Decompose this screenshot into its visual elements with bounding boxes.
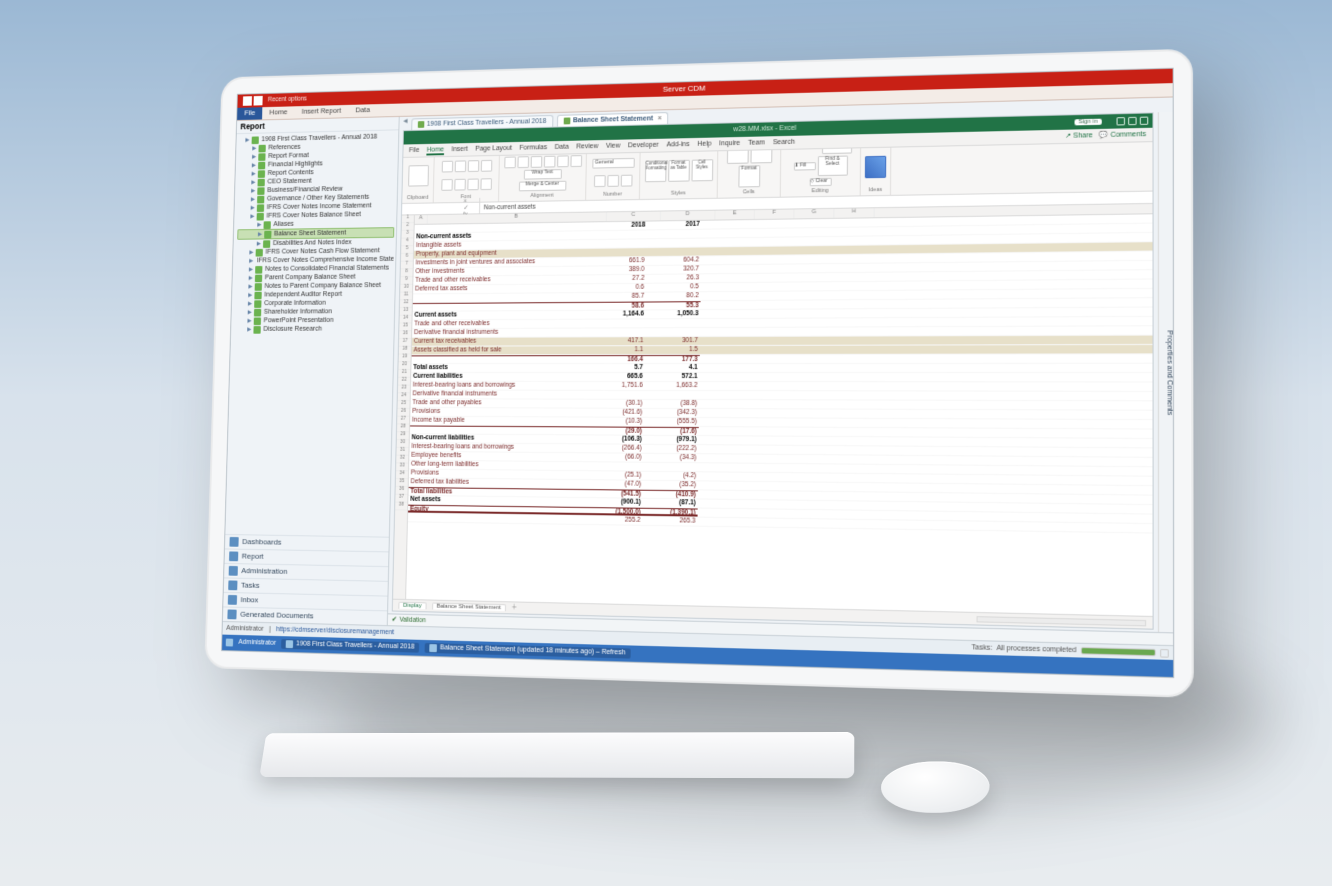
excel-tab[interactable]: Add-ins [666, 141, 689, 148]
hscroll[interactable] [977, 616, 1147, 626]
signin-button[interactable]: Sign in [1074, 118, 1102, 125]
app-icon [243, 96, 252, 106]
doc-icon [430, 644, 438, 652]
excel-document: w28.MM.xlsx - Excel Sign in FileHomeInse… [392, 112, 1154, 629]
sheet-tab[interactable]: Balance Sheet Statement [432, 602, 506, 611]
folder-icon [258, 179, 265, 187]
folder-icon [258, 170, 265, 178]
doc-icon [563, 117, 570, 124]
folder-icon [264, 231, 271, 239]
table-row[interactable]: Total assets5.74.1 [411, 364, 1152, 373]
folder-icon [255, 266, 262, 274]
excel-tab[interactable]: Insert [451, 146, 467, 153]
col-header[interactable]: E [715, 210, 754, 220]
quick-access-label: Recent options [268, 96, 307, 104]
folder-icon [254, 300, 261, 308]
folder-icon [256, 249, 263, 257]
folder-icon [258, 162, 265, 170]
folder-icon [263, 240, 270, 248]
table-row[interactable]: 166.4177.3 [411, 354, 1152, 364]
right-pane: ◀ 1908 First Class Travellers - Annual 2… [388, 97, 1173, 645]
folder-icon [257, 213, 264, 221]
excel-tab[interactable]: Page Layout [475, 145, 512, 153]
format-table-icon[interactable]: Format as Table [668, 160, 690, 182]
excel-tab[interactable]: Developer [628, 141, 659, 149]
nav-icon [227, 609, 236, 619]
folder-icon [258, 153, 265, 161]
qa-save-icon[interactable] [254, 96, 263, 106]
excel-tab[interactable]: Team [748, 139, 765, 146]
ideas-icon[interactable] [865, 156, 886, 178]
excel-tab[interactable]: Inquire [719, 140, 740, 147]
folder-icon [263, 221, 270, 229]
stop-icon[interactable] [1160, 648, 1169, 657]
excel-tab[interactable]: File [409, 147, 420, 154]
tab-data[interactable]: Data [348, 104, 377, 117]
nav-footer: DashboardsReportAdministrationTasksInbox… [223, 534, 389, 625]
folder-icon [253, 326, 260, 334]
share-button[interactable]: ↗ Share [1065, 132, 1093, 140]
format-icon[interactable]: Format [738, 165, 760, 187]
progress-bar [1081, 647, 1156, 656]
taskbar-button[interactable]: Balance Sheet Statement (updated 18 minu… [425, 643, 631, 659]
app-title: Server CDM [663, 84, 706, 94]
excel-tab[interactable]: Formulas [520, 144, 548, 151]
win-max-icon[interactable] [1128, 117, 1136, 125]
report-tree[interactable]: ▶ 1908 First Class Travellers - Annual 2… [225, 131, 398, 537]
excel-tab[interactable]: View [606, 142, 621, 149]
keyboard [259, 732, 854, 778]
properties-panel-tab[interactable]: Properties and Comments [1158, 112, 1173, 632]
win-min-icon[interactable] [1117, 117, 1125, 125]
doc-icon [286, 640, 294, 648]
excel-tab[interactable]: Home [427, 146, 444, 155]
folder-icon [257, 187, 264, 195]
col-header[interactable]: A [415, 215, 428, 224]
nav-icon [228, 580, 237, 590]
start-icon[interactable] [226, 639, 233, 647]
name-box[interactable] [402, 208, 458, 209]
nav-icon [229, 566, 238, 576]
col-header[interactable]: D [661, 211, 716, 221]
folder-icon [257, 196, 264, 204]
tab-file[interactable]: File [237, 107, 262, 120]
folder-icon [254, 309, 261, 317]
left-navigation: Report ▶ 1908 First Class Travellers - A… [223, 117, 400, 625]
spreadsheet-grid[interactable]: ABCDEFGH 20182017Non-current assetsIntan… [406, 204, 1152, 616]
excel-tab[interactable]: Search [773, 138, 795, 145]
status-user: Administrator [226, 625, 264, 633]
taskbar-button[interactable]: 1908 First Class Travellers - Annual 201… [281, 639, 419, 653]
col-header[interactable]: H [834, 208, 874, 218]
back-icon[interactable]: ◀ [403, 119, 408, 131]
excel-tab[interactable]: Help [697, 140, 711, 147]
folder-icon [254, 292, 261, 300]
col-header[interactable]: G [794, 209, 834, 219]
paste-icon[interactable] [408, 166, 429, 188]
cell-styles-icon[interactable]: Cell Styles [691, 160, 713, 182]
row-header[interactable]: 38 [395, 503, 407, 511]
tree-item[interactable]: ▶Disclosure Research [235, 325, 392, 334]
doc-icon [417, 121, 424, 128]
win-close-icon[interactable] [1140, 117, 1148, 125]
excel-tab[interactable]: Review [576, 143, 598, 150]
tab-insert-report[interactable]: Insert Report [294, 105, 348, 119]
folder-icon [258, 145, 265, 153]
sheet-tab[interactable]: Display [398, 601, 426, 609]
tab-home[interactable]: Home [262, 106, 295, 119]
folder-icon [255, 274, 262, 282]
col-header[interactable]: C [607, 212, 661, 222]
folder-icon [254, 317, 261, 325]
folder-icon [257, 204, 264, 212]
comments-button[interactable]: 💬 Comments [1099, 131, 1146, 140]
taskbar-user: Administrator [238, 639, 276, 648]
cond-format-icon[interactable]: Conditional Formatting [644, 161, 666, 183]
col-header[interactable]: F [755, 209, 795, 219]
status-url: https://cdmserver/disclosuremanagement [276, 626, 394, 637]
nav-icon [228, 595, 237, 605]
excel-tab[interactable]: Data [555, 143, 569, 150]
nav-icon [229, 551, 238, 561]
folder-icon [255, 283, 262, 291]
folder-icon [252, 136, 259, 144]
nav-icon [229, 537, 238, 547]
